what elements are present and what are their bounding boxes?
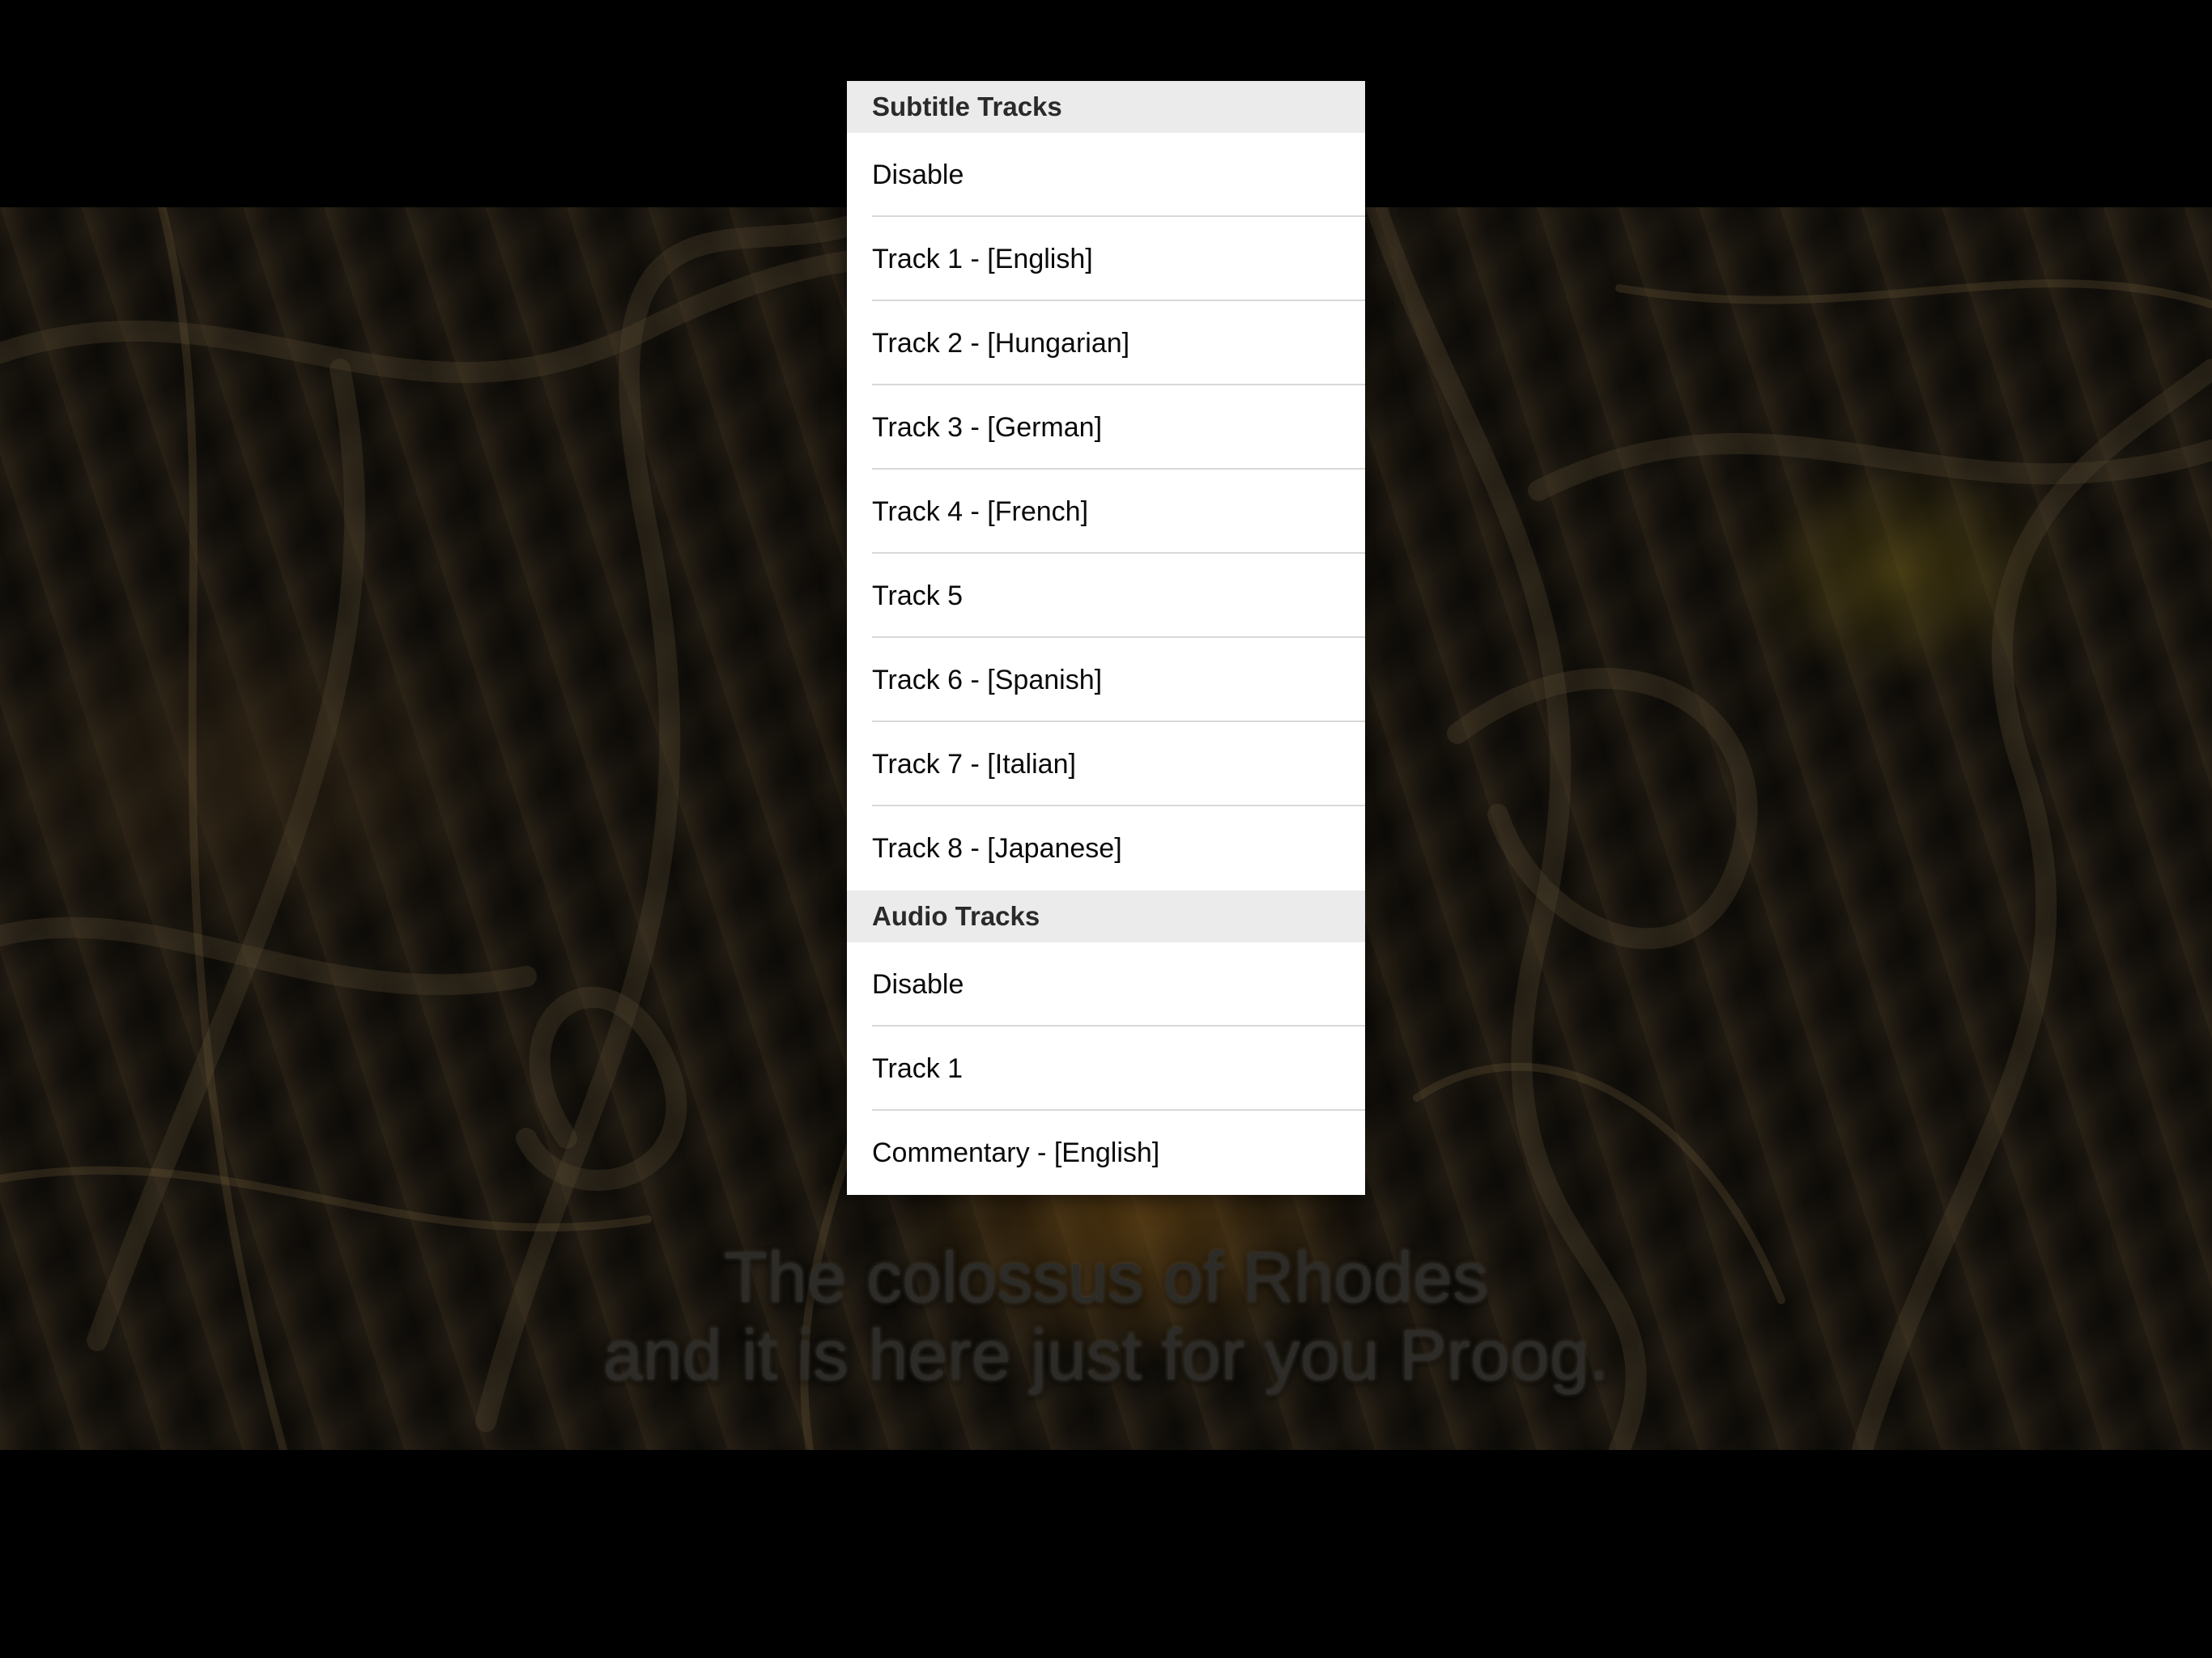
track-selection-menu: Subtitle Tracks Disable Track 1 - [Engli… — [847, 81, 1365, 1195]
subtitle-track-5[interactable]: Track 5 — [847, 554, 1365, 638]
subtitle-tracks-header: Subtitle Tracks — [847, 81, 1365, 133]
audio-tracks-header: Audio Tracks — [847, 891, 1365, 942]
subtitle-track-1[interactable]: Track 1 - [English] — [847, 217, 1365, 301]
audio-track-commentary[interactable]: Commentary - [English] — [847, 1111, 1365, 1195]
subtitle-track-3[interactable]: Track 3 - [German] — [847, 385, 1365, 470]
subtitle-track-4[interactable]: Track 4 - [French] — [847, 470, 1365, 554]
subtitle-track-8[interactable]: Track 8 - [Japanese] — [847, 806, 1365, 891]
video-player-screen: The colossus of Rhodes and it is here ju… — [0, 0, 2212, 1658]
audio-track-disable[interactable]: Disable — [847, 942, 1365, 1027]
subtitle-track-2[interactable]: Track 2 - [Hungarian] — [847, 301, 1365, 385]
subtitle-line-1: The colossus of Rhodes — [723, 1237, 1489, 1317]
subtitle-track-disable[interactable]: Disable — [847, 133, 1365, 217]
subtitle-line-2: and it is here just for you Proog. — [602, 1315, 1610, 1395]
subtitle-text: The colossus of Rhodes and it is here ju… — [0, 1239, 2212, 1394]
subtitle-track-6[interactable]: Track 6 - [Spanish] — [847, 638, 1365, 722]
audio-track-1[interactable]: Track 1 — [847, 1027, 1365, 1111]
subtitle-track-7[interactable]: Track 7 - [Italian] — [847, 722, 1365, 806]
